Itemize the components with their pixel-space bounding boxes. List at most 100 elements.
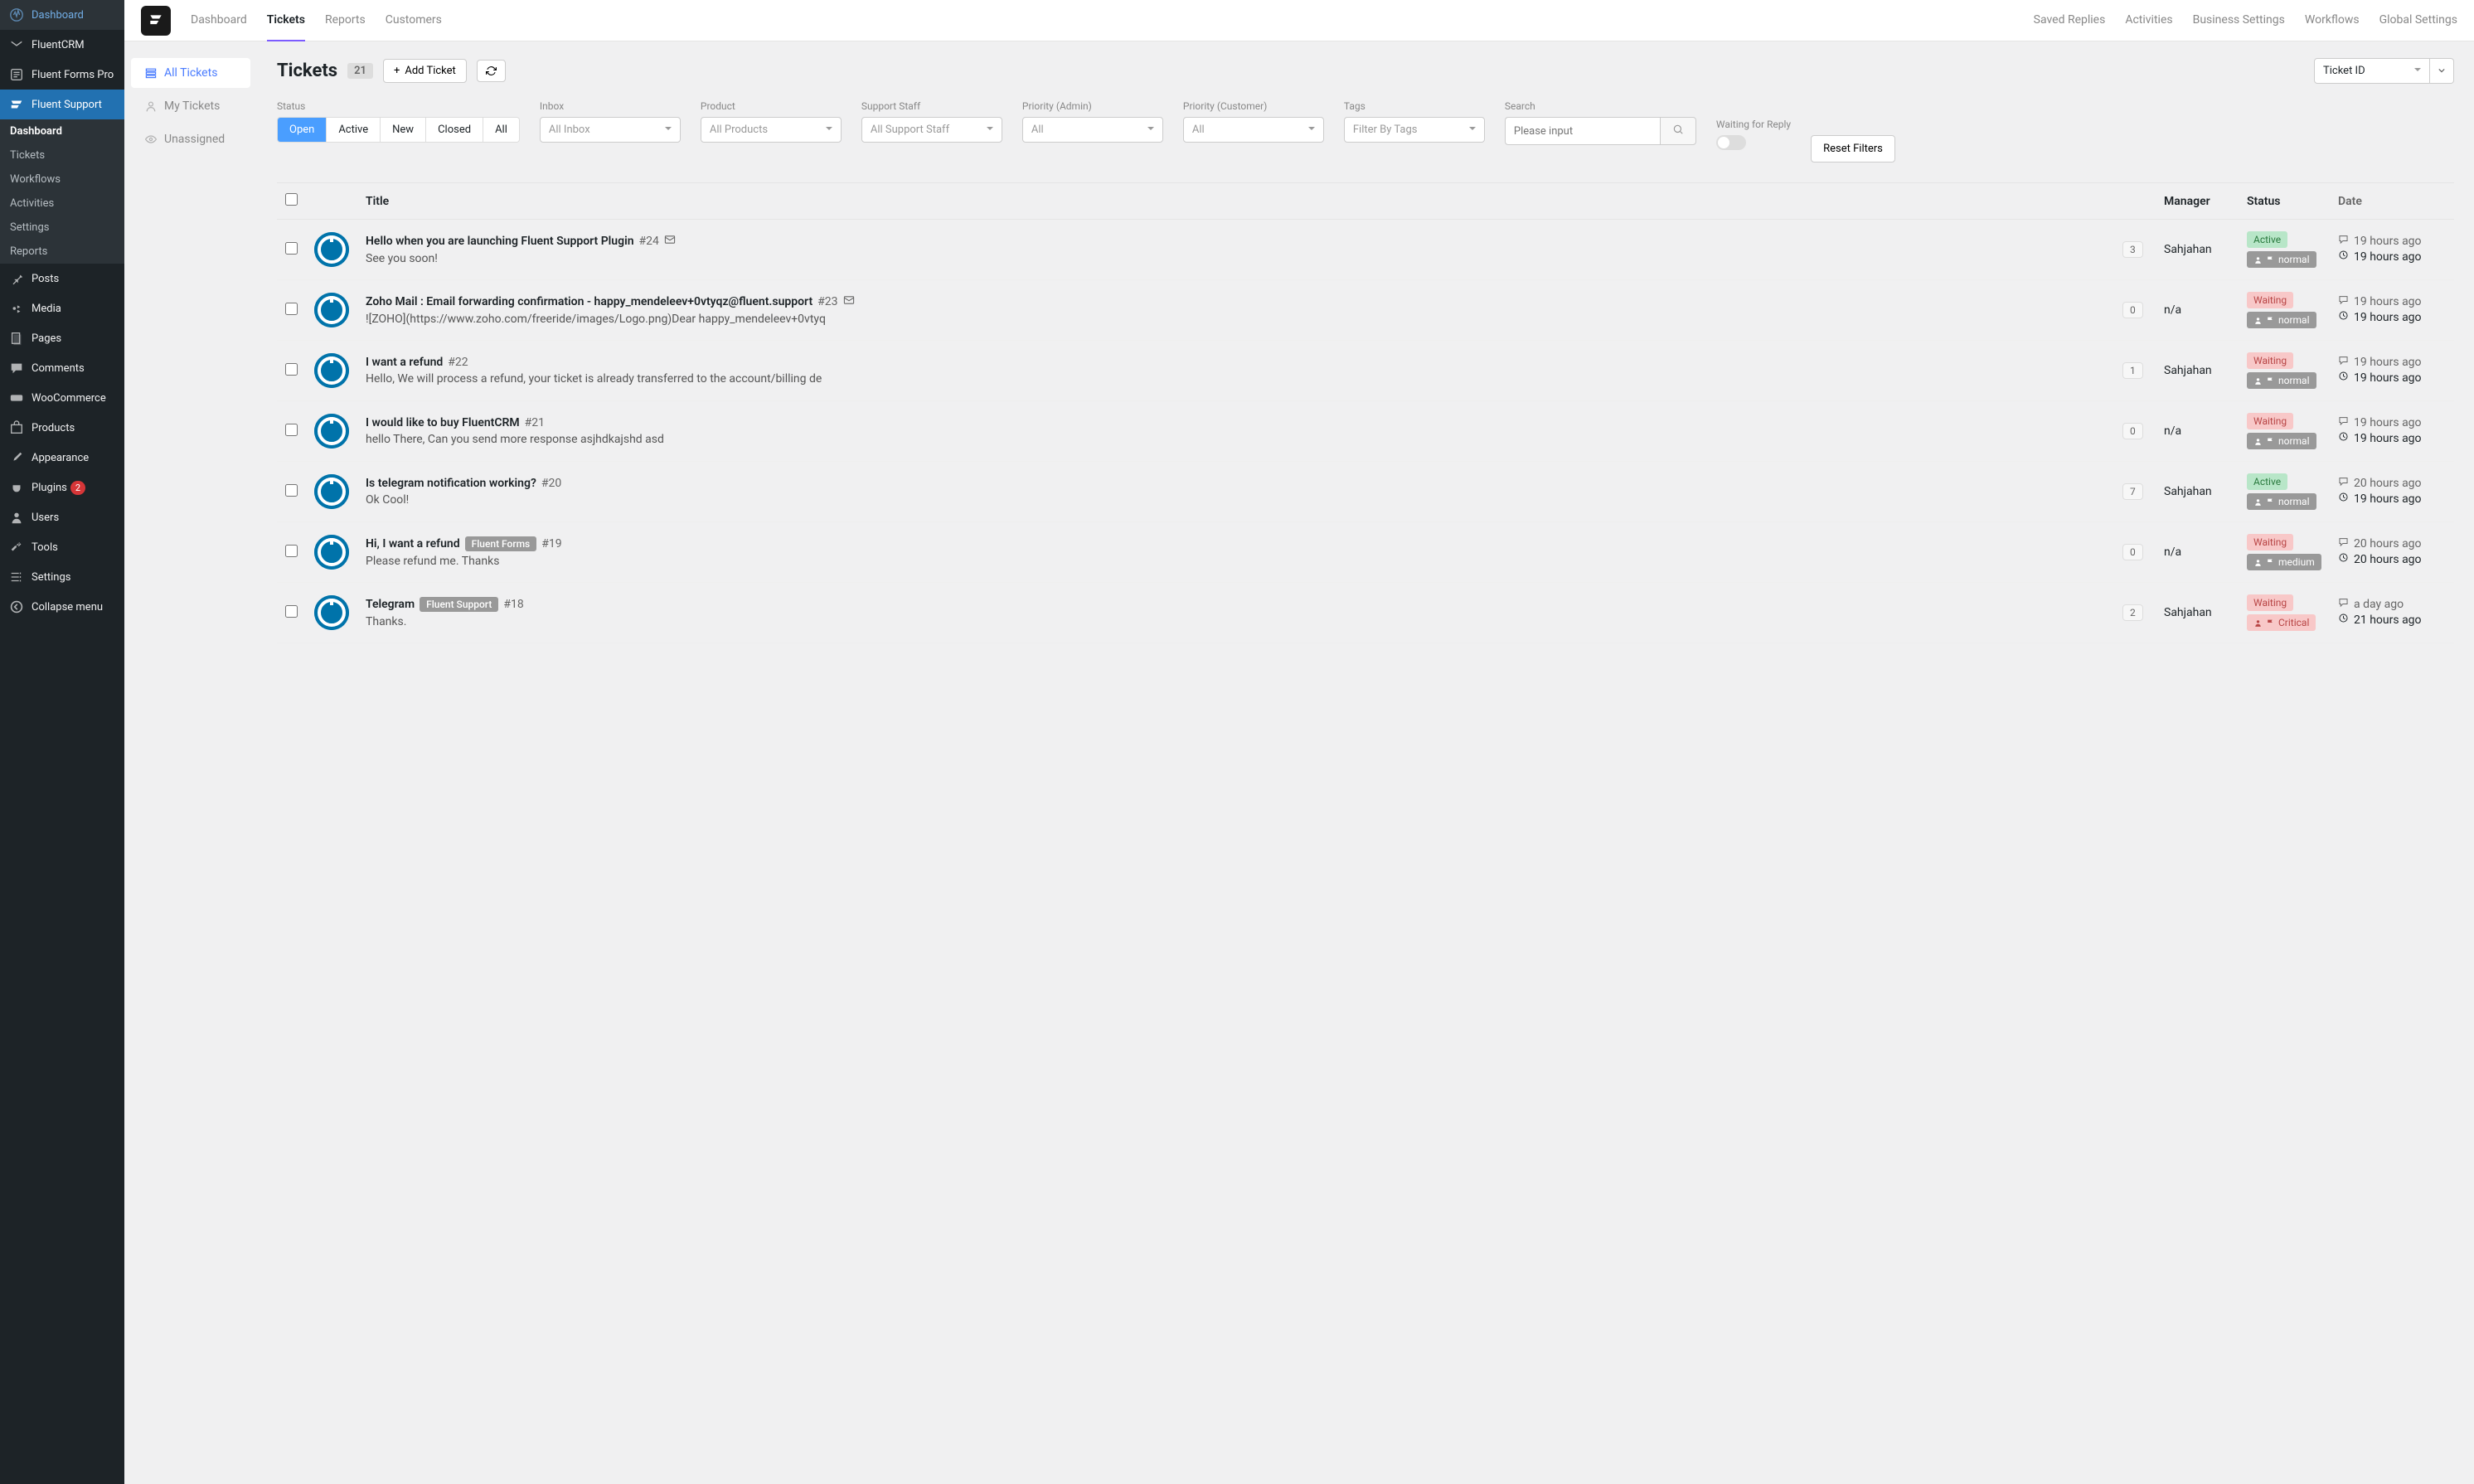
ticket-count-badge: 21 bbox=[347, 63, 373, 79]
wp-menu-fluent-support[interactable]: Fluent Support bbox=[0, 90, 124, 119]
ticket-id: #20 bbox=[541, 477, 561, 490]
date-created: 19 hours ago bbox=[2354, 295, 2422, 308]
wp-submenu-activities[interactable]: Activities bbox=[0, 192, 124, 216]
wp-menu-pages[interactable]: Pages bbox=[0, 323, 124, 353]
row-checkbox[interactable] bbox=[285, 545, 298, 557]
avatar bbox=[314, 595, 349, 630]
status-tab-active[interactable]: Active bbox=[327, 118, 381, 142]
status-tab-all[interactable]: All bbox=[483, 118, 519, 142]
row-checkbox[interactable] bbox=[285, 303, 298, 315]
inbox-select[interactable]: All Inbox bbox=[540, 117, 681, 143]
avatar bbox=[314, 414, 349, 449]
wp-menu-products[interactable]: Products bbox=[0, 413, 124, 443]
ticket-id: #23 bbox=[817, 295, 837, 308]
ticket-sidebar-unassigned[interactable]: Unassigned bbox=[131, 124, 250, 154]
product-select[interactable]: All Products bbox=[701, 117, 842, 143]
reply-count: 0 bbox=[2122, 423, 2143, 439]
wp-submenu-settings[interactable]: Settings bbox=[0, 216, 124, 240]
wp-submenu-dashboard[interactable]: Dashboard bbox=[0, 119, 124, 143]
ticket-id: #21 bbox=[525, 416, 545, 429]
filter-tags-label: Tags bbox=[1344, 100, 1485, 112]
waiting-toggle[interactable] bbox=[1716, 135, 1746, 150]
collapse-menu[interactable]: Collapse menu bbox=[0, 592, 124, 622]
status-tab-new[interactable]: New bbox=[381, 118, 426, 142]
status-tab-closed[interactable]: Closed bbox=[426, 118, 483, 142]
search-button[interactable] bbox=[1660, 117, 1696, 145]
row-checkbox[interactable] bbox=[285, 424, 298, 436]
ticket-excerpt: ![ZOHO](https://www.zoho.com/freeride/im… bbox=[366, 313, 2106, 326]
chat-icon bbox=[2338, 234, 2349, 248]
wp-menu-comments[interactable]: Comments bbox=[0, 353, 124, 383]
status-badge: Waiting bbox=[2247, 292, 2293, 308]
table-row[interactable]: Zoho Mail : Email forwarding confirmatio… bbox=[277, 280, 2454, 341]
ticket-sidebar-my-tickets[interactable]: My Tickets bbox=[131, 91, 250, 121]
wp-submenu-workflows[interactable]: Workflows bbox=[0, 167, 124, 192]
wp-menu-settings[interactable]: Settings bbox=[0, 562, 124, 592]
wp-menu-media[interactable]: Media bbox=[0, 293, 124, 323]
top-tab-global-settings[interactable]: Global Settings bbox=[2379, 0, 2457, 41]
reset-filters-button[interactable]: Reset Filters bbox=[1811, 135, 1895, 162]
manager-name: n/a bbox=[2156, 401, 2239, 462]
add-ticket-button[interactable]: + Add Ticket bbox=[383, 59, 467, 83]
avatar bbox=[314, 232, 349, 267]
search-by-more-toggle[interactable] bbox=[2430, 58, 2454, 84]
refresh-button[interactable] bbox=[477, 60, 506, 82]
priority-admin-select[interactable]: All bbox=[1022, 117, 1163, 143]
wp-menu-fluent-forms-pro[interactable]: Fluent Forms Pro bbox=[0, 60, 124, 90]
filters: Status OpenActiveNewClosedAll Inbox All … bbox=[277, 100, 2454, 162]
table-row[interactable]: Is telegram notification working? #20 Ok… bbox=[277, 462, 2454, 522]
tags-select[interactable]: Filter By Tags bbox=[1344, 117, 1485, 143]
top-tab-tickets[interactable]: Tickets bbox=[267, 0, 305, 41]
priority-badge: Critical bbox=[2247, 614, 2316, 631]
table-row[interactable]: Hello when you are launching Fluent Supp… bbox=[277, 220, 2454, 280]
wp-menu-plugins[interactable]: Plugins2 bbox=[0, 473, 124, 502]
select-all-checkbox[interactable] bbox=[285, 193, 298, 206]
status-tab-open[interactable]: Open bbox=[278, 118, 327, 142]
table-row[interactable]: I want a refund #22 Hello, We will proce… bbox=[277, 341, 2454, 401]
top-tab-workflows[interactable]: Workflows bbox=[2305, 0, 2360, 41]
ticket-id: #19 bbox=[541, 537, 561, 550]
wp-menu-fluentcrm[interactable]: FluentCRM bbox=[0, 30, 124, 60]
wp-menu-posts[interactable]: Posts bbox=[0, 264, 124, 293]
top-tab-business-settings[interactable]: Business Settings bbox=[2193, 0, 2285, 41]
top-tab-customers[interactable]: Customers bbox=[386, 0, 442, 41]
staff-select[interactable]: All Support Staff bbox=[861, 117, 1002, 143]
row-checkbox[interactable] bbox=[285, 363, 298, 376]
wp-submenu-reports[interactable]: Reports bbox=[0, 240, 124, 264]
wp-menu-label: Comments bbox=[32, 362, 85, 375]
top-tab-activities[interactable]: Activities bbox=[2125, 0, 2172, 41]
wp-submenu: DashboardTicketsWorkflowsActivitiesSetti… bbox=[0, 119, 124, 264]
wp-menu-label: Media bbox=[32, 303, 61, 315]
wp-menu-label: Settings bbox=[32, 571, 70, 584]
search-input[interactable] bbox=[1505, 117, 1660, 145]
wp-menu-appearance[interactable]: Appearance bbox=[0, 443, 124, 473]
wp-menu-label: Fluent Support bbox=[32, 99, 102, 111]
search-by-select[interactable]: Ticket ID bbox=[2314, 58, 2430, 84]
top-tabs-left: Dashboard Tickets Reports Customers bbox=[191, 0, 442, 41]
media-icon bbox=[8, 300, 25, 317]
top-tab-dashboard[interactable]: Dashboard bbox=[191, 0, 247, 41]
settings-icon bbox=[8, 569, 25, 585]
wp-menu-label: Pages bbox=[32, 332, 61, 345]
wp-menu-tools[interactable]: Tools bbox=[0, 532, 124, 562]
wp-menu-dashboard[interactable]: Dashboard bbox=[0, 0, 124, 30]
top-tab-saved-replies[interactable]: Saved Replies bbox=[2034, 0, 2106, 41]
wp-menu-woocommerce[interactable]: WooCommerce bbox=[0, 383, 124, 413]
table-row[interactable]: Hi, I want a refund Fluent Forms #19 Ple… bbox=[277, 522, 2454, 583]
top-tabs-right: Saved Replies Activities Business Settings… bbox=[2034, 0, 2457, 41]
top-tab-reports[interactable]: Reports bbox=[325, 0, 366, 41]
wp-submenu-tickets[interactable]: Tickets bbox=[0, 143, 124, 167]
ticket-sidebar-all-tickets[interactable]: All Tickets bbox=[131, 58, 250, 88]
table-row[interactable]: Telegram Fluent Support #18 Thanks. 2 Sa… bbox=[277, 583, 2454, 643]
row-checkbox[interactable] bbox=[285, 484, 298, 497]
row-checkbox[interactable] bbox=[285, 242, 298, 255]
wp-menu-users[interactable]: Users bbox=[0, 502, 124, 532]
priority-cust-select[interactable]: All bbox=[1183, 117, 1324, 143]
date-updated: 19 hours ago bbox=[2354, 371, 2422, 385]
filter-waiting-label: Waiting for Reply bbox=[1716, 119, 1791, 130]
chat-icon bbox=[2338, 597, 2349, 611]
table-row[interactable]: I would like to buy FluentCRM #21 hello … bbox=[277, 401, 2454, 462]
crm-icon bbox=[8, 36, 25, 53]
row-checkbox[interactable] bbox=[285, 605, 298, 618]
staff-value: All Support Staff bbox=[871, 124, 949, 136]
